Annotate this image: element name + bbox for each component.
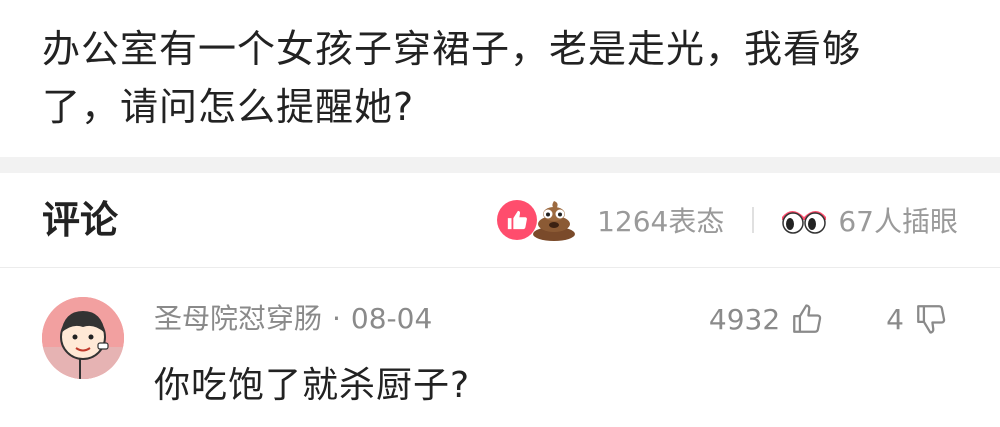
comments-title: 评论: [42, 198, 119, 242]
post-line-1: 办公室有一个女孩子穿裙子，老是走光，我看够: [42, 27, 862, 71]
comment-meta: 圣母院怼穿肠 · 08-04: [154, 301, 432, 337]
peek-count: 67人插眼: [838, 205, 958, 238]
reactions-divider: [752, 207, 755, 233]
post-line-2: 了，请问怎么提醒她?: [42, 85, 415, 129]
thumbs-down-icon[interactable]: [914, 302, 948, 336]
comment-author[interactable]: 圣母院怼穿肠: [154, 301, 322, 337]
comment-text: 你吃饱了就杀厨子?: [154, 365, 471, 406]
upvote-count: 4932: [708, 302, 781, 336]
peeking-eyes-icon[interactable]: [780, 205, 828, 235]
meta-separator: ·: [332, 302, 341, 335]
comment-actions: 4932 4: [709, 297, 948, 341]
avatar[interactable]: [42, 297, 124, 379]
thumbs-up-icon[interactable]: [497, 200, 538, 240]
header-divider: [0, 267, 1000, 268]
reaction-count: 1264表态: [597, 205, 725, 238]
section-separator: [0, 157, 1000, 173]
reactions-bar[interactable]: 1264表态 67人插眼: [497, 196, 958, 244]
comment-date: 08-04: [350, 302, 433, 335]
downvote-count: 4: [886, 302, 904, 336]
thumbs-up-icon[interactable]: [790, 302, 824, 336]
post-question: 办公室有一个女孩子穿裙子，老是走光，我看够 了，请问怎么提醒她?: [42, 20, 972, 136]
poop-emoji-icon[interactable]: [531, 198, 577, 242]
post-detail-page: 办公室有一个女孩子穿裙子，老是走光，我看够 了，请问怎么提醒她? 评论 1264…: [0, 0, 1000, 427]
